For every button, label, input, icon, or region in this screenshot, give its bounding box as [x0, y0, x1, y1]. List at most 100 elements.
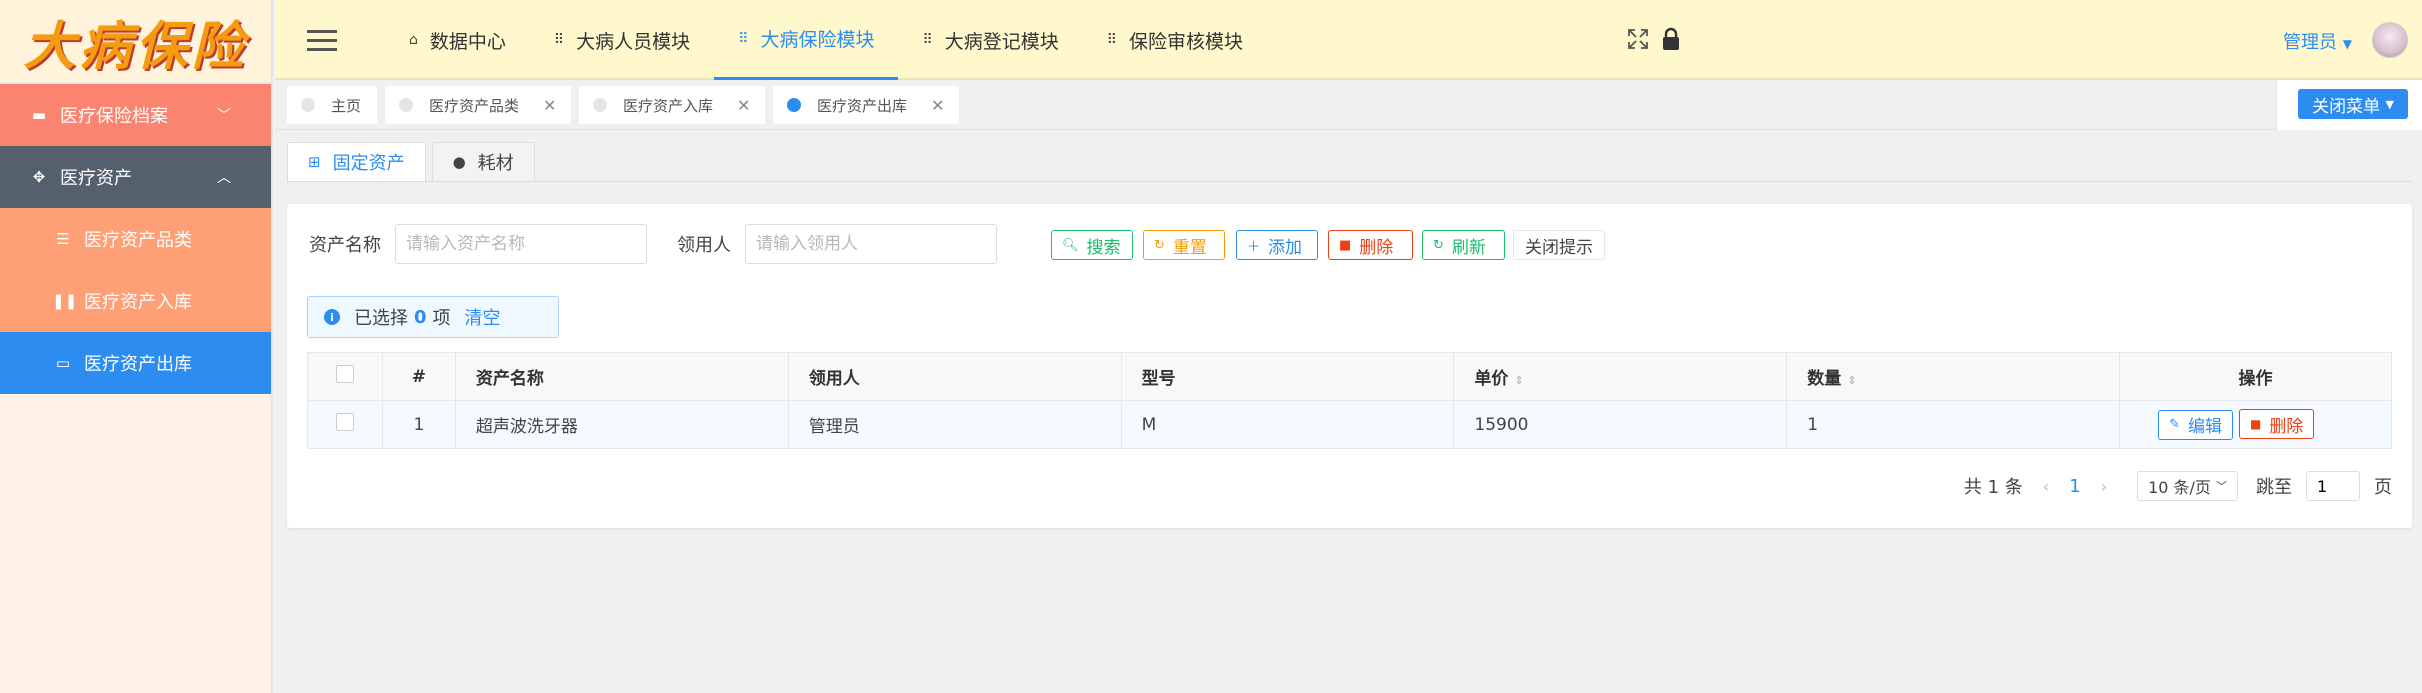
jump-page-input[interactable]	[2306, 471, 2360, 501]
tab-label: 固定资产	[332, 153, 405, 174]
selection-info: i 已选择 0 项 清空	[307, 296, 559, 338]
button-label: 添加	[1268, 237, 1303, 258]
delete-button[interactable]: ■ 删除	[1328, 230, 1413, 260]
refresh-button[interactable]: ↻ 刷新	[1422, 230, 1505, 260]
button-label: 删除	[2269, 416, 2304, 437]
grid-icon: ⠿	[1106, 32, 1118, 48]
selection-prefix: 已选择	[354, 308, 408, 329]
logo-text: 大病保险	[23, 15, 248, 77]
close-tips-button[interactable]: 关闭提示	[1513, 230, 1605, 260]
edit-icon: ✎	[2169, 417, 2180, 433]
page-size-select[interactable]: 10 条/页 ﹀	[2137, 471, 2238, 501]
sidebar-item-asset-outbound[interactable]: ▭ 医疗资产出库	[0, 332, 271, 394]
close-icon[interactable]: ✕	[543, 96, 556, 115]
close-menu-button[interactable]: 关闭菜单 ▼	[2298, 89, 2408, 119]
tab-dot-icon	[399, 98, 413, 112]
col-qty: 数量	[1807, 369, 1842, 389]
chevron-left-icon[interactable]: ‹	[2043, 477, 2049, 496]
user-menu[interactable]: 管理员 ▼	[2283, 28, 2352, 54]
page-tabs-bar: 主页 医疗资产品类 ✕ 医疗资产入库 ✕ 医疗资产出库 ✕ 关闭菜单 ▼	[275, 80, 2422, 130]
tab-dot-icon	[301, 98, 315, 112]
top-header: ⌂ 数据中心 ⠿ 大病人员模块 ⠿ 大病保险模块 ⠿ 大病登记模块 ⠿ 保险审核模块 管理…	[275, 0, 2422, 80]
sidebar-item-insurance-archive[interactable]: ▬ 医疗保险档案 ﹀	[0, 84, 271, 146]
button-label: 重置	[1172, 237, 1207, 258]
sidebar-item-label: 医疗资产品类	[84, 230, 192, 251]
fullscreen-icon[interactable]	[1627, 28, 1649, 50]
nav-audit-module[interactable]: ⠿ 保险审核模块	[1083, 0, 1267, 80]
page-number-current[interactable]: 1	[2069, 476, 2080, 497]
asset-name-input[interactable]	[395, 224, 647, 264]
nav-insurance-module[interactable]: ⠿ 大病保险模块	[714, 0, 899, 80]
sidebar-item-label: 医疗保险档案	[60, 106, 168, 127]
sidebar-item-label: 医疗资产出库	[84, 354, 192, 375]
add-button[interactable]: ＋ 添加	[1236, 230, 1318, 260]
top-nav: ⌂ 数据中心 ⠿ 大病人员模块 ⠿ 大病保险模块 ⠿ 大病登记模块 ⠿ 保险审核模块	[385, 0, 1267, 80]
pause-icon: ❚❚	[52, 292, 78, 310]
row-select-cell	[307, 400, 383, 449]
col-price-header[interactable]: 单价 ⇕	[1453, 352, 1788, 401]
row-price: 15900	[1453, 400, 1788, 449]
nav-label: 保险审核模块	[1129, 30, 1244, 53]
reset-button[interactable]: ↻ 重置	[1143, 230, 1225, 260]
row-delete-button[interactable]: ■ 删除	[2238, 409, 2315, 440]
asset-name-label: 资产名称	[309, 235, 381, 256]
button-label: 刷新	[1451, 237, 1486, 258]
edit-button[interactable]: ✎ 编辑	[2158, 409, 2233, 440]
receiver-input[interactable]	[745, 224, 997, 264]
row-actions: ✎ 编辑 ■ 删除	[2119, 400, 2392, 449]
tab-label: 医疗资产入库	[623, 96, 714, 115]
chevron-down-icon: ﹀	[217, 108, 231, 124]
col-qty-header[interactable]: 数量 ⇕	[1786, 352, 2121, 401]
close-menu-label: 关闭菜单	[2312, 96, 2381, 117]
tab-consumables[interactable]: ● 耗材	[431, 142, 535, 182]
logo: 大病保险	[0, 0, 271, 84]
chevron-right-icon[interactable]: ›	[2101, 477, 2107, 496]
row-checkbox[interactable]	[335, 413, 354, 431]
caret-down-icon: ▼	[2342, 37, 2352, 51]
nav-patient-module[interactable]: ⠿ 大病人员模块	[530, 0, 714, 80]
pagination: 共 1 条 ‹ 1 › 10 条/页 ﹀ 跳至 页	[1964, 470, 2392, 502]
page-tab-asset-inbound[interactable]: 医疗资产入库 ✕	[579, 86, 765, 124]
lock-icon[interactable]	[1661, 27, 1681, 51]
plus-icon: ＋	[1247, 239, 1261, 255]
tab-dot-icon	[593, 98, 607, 112]
nav-data-center[interactable]: ⌂ 数据中心	[385, 0, 530, 80]
nav-label: 大病人员模块	[576, 30, 691, 53]
close-menu-area: 关闭菜单 ▼	[2276, 80, 2422, 130]
page-size-value: 10 条/页	[2148, 478, 2211, 497]
sidebar-item-label: 医疗资产入库	[84, 292, 192, 313]
sidebar-item-label: 医疗资产	[60, 168, 132, 189]
col-model: 型号	[1120, 352, 1455, 401]
col-receiver: 领用人	[787, 352, 1122, 401]
table-row[interactable]: 1 超声波洗牙器 管理员 M 15900 1 ✎ 编辑 ■ 删除	[307, 400, 2392, 449]
main-card: 资产名称 领用人 🔍︎ 搜索 ↻ 重置 ＋ 添加 ■ 删除 ↻ 刷新 关闭提示 i 已选择…	[287, 204, 2412, 528]
clear-selection-link[interactable]: 清空	[465, 304, 501, 330]
nav-label: 大病登记模块	[944, 30, 1059, 53]
tab-label: 耗材	[477, 153, 514, 174]
refresh-icon: ↻	[1154, 237, 1165, 253]
sidebar-item-asset-category[interactable]: ☰ 医疗资产品类	[0, 208, 271, 270]
close-icon[interactable]: ✕	[931, 96, 944, 115]
tab-label: 医疗资产品类	[429, 96, 520, 115]
row-model: M	[1120, 400, 1455, 449]
divider	[287, 181, 2412, 182]
select-all-checkbox[interactable]	[335, 365, 354, 383]
tab-fixed-assets[interactable]: ⊞ 固定资产	[287, 142, 426, 182]
nav-label: 数据中心	[429, 30, 506, 53]
tab-label: 医疗资产出库	[817, 96, 908, 115]
row-qty: 1	[1786, 400, 2121, 449]
nav-registration-module[interactable]: ⠿ 大病登记模块	[898, 0, 1082, 80]
sort-icon[interactable]: ⇕	[1514, 374, 1523, 387]
page-tab-asset-outbound[interactable]: 医疗资产出库 ✕	[773, 86, 959, 124]
search-button[interactable]: 🔍︎ 搜索	[1051, 230, 1133, 260]
nav-label: 大病保险模块	[760, 29, 875, 51]
close-icon[interactable]: ✕	[737, 96, 750, 115]
page-tab-asset-category[interactable]: 医疗资产品类 ✕	[385, 86, 571, 124]
sort-icon[interactable]: ⇕	[1847, 374, 1856, 387]
grid-icon: ⠿	[553, 32, 565, 48]
page-tab-home[interactable]: 主页	[287, 86, 377, 124]
hamburger-menu-icon[interactable]	[307, 30, 337, 52]
avatar[interactable]	[2372, 22, 2408, 58]
sidebar-item-asset-inbound[interactable]: ❚❚ 医疗资产入库	[0, 270, 271, 332]
sidebar-item-medical-assets[interactable]: ✥ 医疗资产 ︿	[0, 146, 271, 208]
